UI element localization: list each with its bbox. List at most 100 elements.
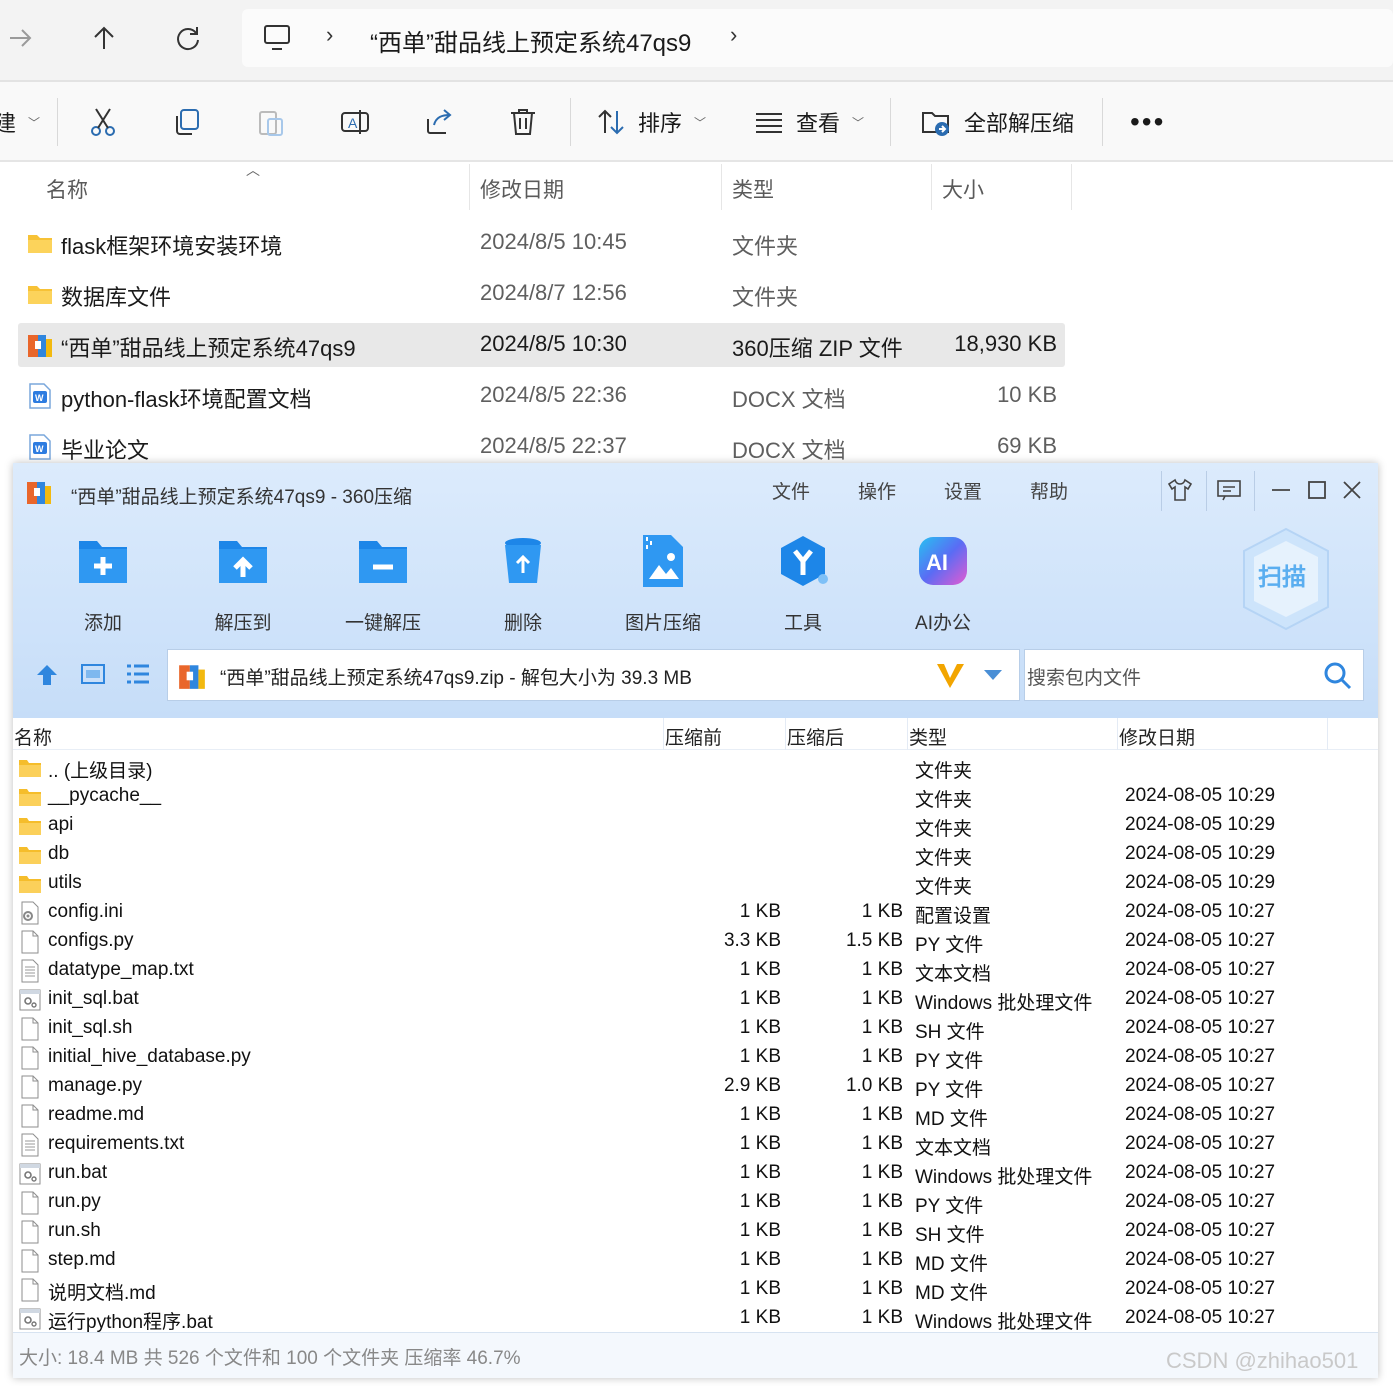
zip-list-row[interactable]: run.py 1 KB 1 KB PY 文件 2024-08-05 10:27 <box>13 1188 1378 1217</box>
file-row[interactable]: W python-flask环境配置文档 2024/8/5 22:36 DOCX… <box>18 374 1065 418</box>
file-row[interactable]: 数据库文件 2024/8/7 12:56 文件夹 <box>18 272 1065 316</box>
forward-button[interactable] <box>0 18 40 58</box>
one-click-extract-button[interactable]: 一键解压 <box>333 533 433 634</box>
view-button[interactable]: 查看 ﹀ <box>754 104 864 140</box>
skin-button[interactable] <box>1165 475 1195 505</box>
zip-size-after: 1 KB <box>861 1017 903 1038</box>
breadcrumb-separator: › <box>326 22 334 47</box>
column-name[interactable]: 名称 <box>14 723 52 750</box>
refresh-button[interactable] <box>168 18 208 58</box>
column-type[interactable]: 类型 <box>909 723 947 750</box>
menu-operate[interactable]: 操作 <box>858 477 896 504</box>
zip-list-row[interactable]: initial_hive_database.py 1 KB 1 KB PY 文件 202… <box>13 1043 1378 1072</box>
zip-list-row[interactable]: .. (上级目录) 文件夹 <box>13 753 1378 782</box>
column-separator[interactable] <box>1117 718 1118 750</box>
zip-search-box[interactable]: 搜索包内文件 <box>1024 649 1364 701</box>
column-type[interactable]: 类型 <box>732 174 774 204</box>
up-level-icon[interactable] <box>33 661 61 689</box>
zip-file-name: __pycache__ <box>48 785 162 806</box>
zip-logo-icon <box>27 482 51 504</box>
share-button[interactable] <box>424 104 454 140</box>
folder-icon <box>19 760 41 777</box>
column-separator[interactable] <box>1327 718 1328 750</box>
column-size[interactable]: 大小 <box>942 174 984 204</box>
column-separator[interactable] <box>1071 164 1072 210</box>
zip-list-row[interactable]: init_sql.bat 1 KB 1 KB Windows 批处理文件 2024-08… <box>13 985 1378 1014</box>
menu-settings[interactable]: 设置 <box>944 477 982 504</box>
list-view-icon[interactable] <box>125 661 151 687</box>
dropdown-icon[interactable] <box>982 668 1004 682</box>
list-view-icon <box>756 113 782 133</box>
v-logo-icon[interactable] <box>934 660 968 692</box>
zip-list-row[interactable]: datatype_map.txt 1 KB 1 KB 文本文档 2024-08-05 1… <box>13 956 1378 985</box>
thumbnail-view-icon[interactable] <box>80 661 106 687</box>
maximize-icon <box>1308 481 1326 499</box>
column-separator[interactable] <box>469 164 470 210</box>
file-row[interactable]: flask框架环境安装环境 2024/8/5 10:45 文件夹 <box>18 221 1065 265</box>
add-folder-icon <box>79 541 127 583</box>
image-compress-button[interactable]: 图片压缩 <box>613 533 713 634</box>
maximize-button[interactable] <box>1302 475 1332 505</box>
zip-path-field[interactable]: “西单”甜品线上预定系统47qs9.zip - 解包大小为 39.3 MB <box>167 649 1020 701</box>
column-separator[interactable] <box>785 718 786 750</box>
column-name[interactable]: 名称 <box>46 174 88 204</box>
cut-button[interactable] <box>88 104 118 140</box>
column-separator[interactable] <box>907 718 908 750</box>
search-icon[interactable] <box>1323 661 1353 691</box>
zip-list-row[interactable]: configs.py 3.3 KB 1.5 KB PY 文件 2024-08-05 10… <box>13 927 1378 956</box>
zip-file-name: run.bat <box>48 1162 108 1183</box>
column-separator[interactable] <box>931 164 932 210</box>
extract-to-button[interactable]: 解压到 <box>193 533 293 634</box>
column-date[interactable]: 修改日期 <box>480 174 564 204</box>
zip-list-row[interactable]: init_sql.sh 1 KB 1 KB SH 文件 2024-08-05 10:27 <box>13 1014 1378 1043</box>
view-label: 查看 <box>796 111 841 136</box>
zip-list-row[interactable]: requirements.txt 1 KB 1 KB 文本文档 2024-08-05 1… <box>13 1130 1378 1159</box>
column-before[interactable]: 压缩前 <box>665 723 722 750</box>
zip-list-row[interactable]: utils 文件夹 2024-08-05 10:29 <box>13 869 1378 898</box>
feedback-button[interactable] <box>1214 475 1244 505</box>
column-date[interactable]: 修改日期 <box>1119 723 1195 750</box>
add-button[interactable]: 添加 <box>53 533 153 634</box>
zip-list-row[interactable]: config.ini 1 KB 1 KB 配置设置 2024-08-05 10:27 <box>13 898 1378 927</box>
zip-size-after: 1 KB <box>861 901 903 922</box>
paste-button[interactable] <box>256 104 286 140</box>
copy-button[interactable] <box>172 104 202 140</box>
column-separator[interactable] <box>721 164 722 210</box>
up-button[interactable] <box>84 18 124 58</box>
column-separator[interactable] <box>663 718 664 750</box>
zip-list-row[interactable]: api 文件夹 2024-08-05 10:29 <box>13 811 1378 840</box>
close-button[interactable] <box>1337 475 1367 505</box>
file-row-selected[interactable]: “西单”甜品线上预定系统47qs9 2024/8/5 10:30 360压缩 Z… <box>18 323 1065 367</box>
minimize-button[interactable] <box>1266 475 1296 505</box>
ai-office-button[interactable]: AI AI办公 <box>893 533 993 634</box>
file-type: DOCX 文档 <box>732 438 846 463</box>
zip-list-row[interactable]: readme.md 1 KB 1 KB MD 文件 2024-08-05 10:27 <box>13 1101 1378 1130</box>
zip-list-row[interactable]: db 文件夹 2024-08-05 10:29 <box>13 840 1378 869</box>
delete-button[interactable] <box>508 104 538 140</box>
menu-file[interactable]: 文件 <box>772 477 810 504</box>
zip-list-row[interactable]: run.sh 1 KB 1 KB SH 文件 2024-08-05 10:27 <box>13 1217 1378 1246</box>
more-options-button[interactable]: ••• <box>1130 104 1165 140</box>
zip-file-type: 文件夹 <box>915 848 973 869</box>
rename-button[interactable]: A <box>340 104 370 140</box>
address-bar[interactable]: › “西单”甜品线上预定系统47qs9 › <box>242 9 1393 67</box>
zip-list-row[interactable]: __pycache__ 文件夹 2024-08-05 10:29 <box>13 782 1378 811</box>
extract-all-button[interactable]: 全部解压缩 <box>920 104 1074 140</box>
new-button[interactable]: 建 ﹀ <box>0 104 40 140</box>
sort-button[interactable]: 排序 ﹀ <box>596 104 706 140</box>
delete-file-button[interactable]: 删除 <box>473 533 573 634</box>
tools-button[interactable]: 工具 <box>753 533 853 634</box>
menu-help[interactable]: 帮助 <box>1030 477 1068 504</box>
zip-list-row[interactable]: manage.py 2.9 KB 1.0 KB PY 文件 2024-08-05 10:… <box>13 1072 1378 1101</box>
zip-list-row[interactable]: run.bat 1 KB 1 KB Windows 批处理文件 2024-08-05 1… <box>13 1159 1378 1188</box>
zip-list-row[interactable]: 说明文档.md 1 KB 1 KB MD 文件 2024-08-05 10:27 <box>13 1275 1378 1304</box>
zip-file-name: init_sql.sh <box>48 1017 133 1038</box>
file-size: 10 KB <box>997 382 1057 407</box>
zip-list-row[interactable]: step.md 1 KB 1 KB MD 文件 2024-08-05 10:27 <box>13 1246 1378 1275</box>
column-after[interactable]: 压缩后 <box>787 723 844 750</box>
breadcrumb-separator[interactable]: › <box>730 22 737 48</box>
breadcrumb-current[interactable]: “西单”甜品线上预定系统47qs9 <box>370 23 691 58</box>
zip-list-row[interactable]: 运行python程序.bat 1 KB 1 KB Windows 批处理文件 2024-… <box>13 1304 1378 1333</box>
zip-file-type: PY 文件 <box>915 935 984 956</box>
scan-button[interactable]: 扫描 <box>1241 527 1331 631</box>
